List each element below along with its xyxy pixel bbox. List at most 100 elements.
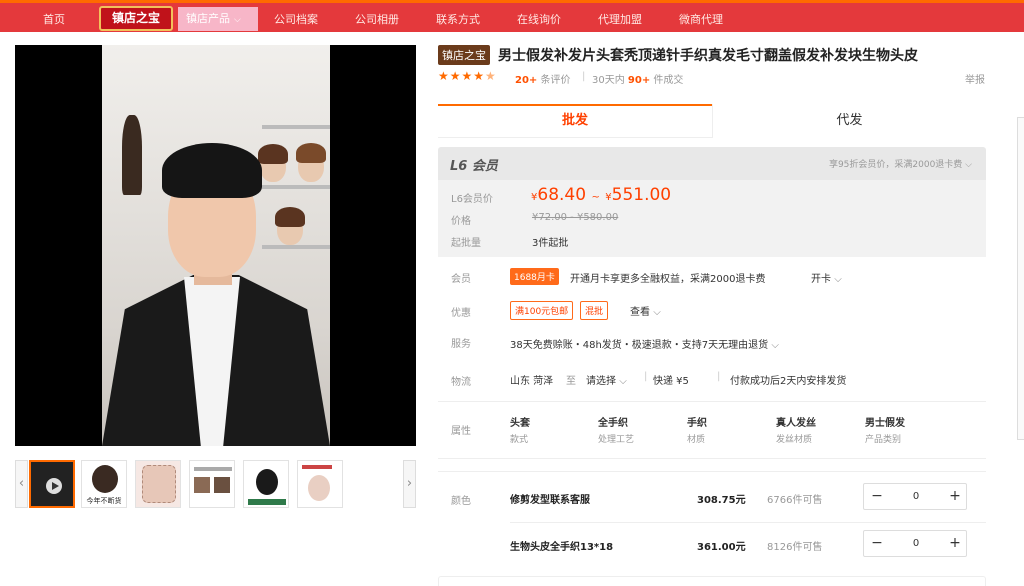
nav-inquiry[interactable]: 在线询价: [517, 11, 561, 27]
hair-photo: [92, 465, 118, 493]
ship-origin: 山东 菏泽: [510, 376, 554, 387]
sku-price: 361.00元: [697, 542, 746, 553]
moq-value: 3件起批: [532, 238, 569, 249]
destination-select[interactable]: 请选择 ⌵: [586, 372, 627, 387]
member-level: L6 会员: [450, 159, 498, 174]
attribute-process: 全手织 处理工艺: [598, 414, 634, 445]
hair-photo: [256, 469, 278, 495]
meta-divider: |: [582, 71, 586, 82]
attribute-value: 手织: [687, 418, 707, 429]
member-price-box: L6 会员 享95折会员价，采满2000退卡费 ⌵ L6会员价 ¥68.40 ~…: [438, 147, 986, 257]
member-row-label: 会员: [451, 274, 471, 285]
attribute-style: 头套 款式: [510, 414, 530, 445]
report-link[interactable]: 举报: [965, 71, 985, 86]
attribute-value: 头套: [510, 418, 530, 429]
member-price-label: L6会员价: [451, 194, 493, 205]
thumbnail-2[interactable]: 今年不断货: [81, 460, 127, 508]
sales-prefix: 30天内: [592, 75, 625, 86]
thumbnail-strip: ‹ 今年不断货 ›: [15, 460, 416, 510]
member-price: ¥68.40 ~ ¥551.00: [531, 185, 671, 205]
open-card-label: 开卡: [811, 274, 831, 285]
attribute-value: 男士假发: [865, 418, 905, 429]
sales-suffix: 件成交: [653, 75, 684, 86]
express-fee: 快递 ¥5: [653, 376, 689, 387]
attribute-key: 发丝材质: [776, 435, 813, 445]
promo-tag-free-shipping: 满100元包邮: [510, 301, 574, 320]
logistics-row-label: 物流: [451, 377, 471, 388]
promo-view-label: 查看: [630, 307, 650, 318]
attribute-category: 男士假发 产品类别: [865, 414, 905, 445]
thumbnail-prev-button[interactable]: ‹: [15, 460, 28, 508]
sku-stock: 6766件可售: [767, 495, 823, 506]
scalp-piece: [308, 475, 330, 501]
sku-stock: 8126件可售: [767, 542, 823, 553]
wig-shelf: [262, 125, 330, 129]
banner: [248, 499, 286, 505]
price-low: 68.40: [537, 185, 587, 205]
purchase-tabs: 批发 代发: [438, 104, 986, 138]
divider-line: [438, 471, 986, 472]
ship-note: 付款成功后2天内安排发货: [730, 376, 847, 387]
attribute-value: 全手织: [598, 418, 628, 429]
thumbnail-video[interactable]: [29, 460, 75, 508]
attributes-label: 属性: [451, 426, 471, 437]
open-card-link[interactable]: 开卡 ⌵: [811, 270, 842, 285]
thumbnail-3[interactable]: [135, 460, 181, 508]
nav-wechat-agent[interactable]: 微商代理: [679, 11, 723, 27]
bottom-panel-edge: [438, 576, 986, 586]
member-note[interactable]: 享95折会员价，采满2000退卡费 ⌵: [829, 157, 972, 170]
price-separator: ~: [591, 192, 600, 203]
shop-logo[interactable]: 镇店之宝: [99, 6, 173, 31]
review-count[interactable]: 20+ 条评价: [515, 71, 570, 86]
divider: |: [644, 371, 648, 382]
thumbnail-caption: 今年不断货: [86, 497, 122, 505]
text-block: [302, 465, 332, 469]
thumbnail-4[interactable]: [189, 460, 235, 508]
right-side-toolbar[interactable]: [1017, 117, 1024, 440]
thumbnail-5[interactable]: [243, 460, 289, 508]
increase-button[interactable]: +: [942, 531, 968, 556]
service-text-label: 38天免费赊账・48h发货・极速退款・支持7天无理由退货: [510, 340, 769, 351]
wig: [275, 207, 305, 227]
ship-to-label: 至: [566, 376, 576, 387]
nav-company-profile[interactable]: 公司档案: [274, 11, 318, 27]
chevron-down-icon: ⌵: [771, 340, 779, 351]
nav-agent-join[interactable]: 代理加盟: [598, 11, 642, 27]
wig: [258, 144, 288, 164]
quantity-input[interactable]: 0: [890, 531, 942, 556]
play-triangle-icon: [52, 482, 59, 490]
long-wig: [122, 115, 142, 195]
thumbnail-6[interactable]: [297, 460, 343, 508]
decrease-button[interactable]: −: [864, 484, 890, 509]
quantity-stepper: − 0 +: [863, 483, 967, 510]
divider-line: [438, 458, 986, 459]
tab-dropship[interactable]: 代发: [712, 104, 986, 138]
promo-row-label: 优惠: [451, 308, 471, 319]
nav-contact[interactable]: 联系方式: [436, 11, 480, 27]
nav-company-album[interactable]: 公司相册: [355, 11, 399, 27]
promo-view-link[interactable]: 查看 ⌵: [630, 303, 661, 318]
sales-count: 30天内 90+ 件成交: [592, 71, 683, 86]
attribute-key: 材质: [687, 435, 706, 445]
thumbnail-next-button[interactable]: ›: [403, 460, 416, 508]
product-video[interactable]: [15, 45, 416, 446]
sales-number: 90+: [627, 75, 651, 86]
service-text[interactable]: 38天免费赊账・48h发货・极速退款・支持7天无理由退货 ⌵: [510, 336, 779, 351]
attribute-key: 处理工艺: [598, 435, 635, 445]
wig: [296, 143, 326, 163]
nav-products-dropdown[interactable]: 镇店产品 ⌵: [178, 7, 258, 31]
sku-name: 修剪发型联系客服: [510, 495, 590, 506]
price-high: 551.00: [611, 185, 672, 205]
presenter-hair: [162, 143, 262, 198]
detail-image: [194, 477, 210, 493]
quantity-input[interactable]: 0: [890, 484, 942, 509]
divider: |: [717, 371, 721, 382]
destination-label: 请选择: [586, 376, 616, 387]
chevron-down-icon: ⌵: [619, 376, 627, 387]
nav-home[interactable]: 首页: [43, 11, 65, 27]
increase-button[interactable]: +: [942, 484, 968, 509]
tab-wholesale[interactable]: 批发: [438, 104, 712, 138]
monthly-card-tag: 1688月卡: [510, 268, 559, 285]
wig-shelf: [262, 245, 330, 249]
decrease-button[interactable]: −: [864, 531, 890, 556]
